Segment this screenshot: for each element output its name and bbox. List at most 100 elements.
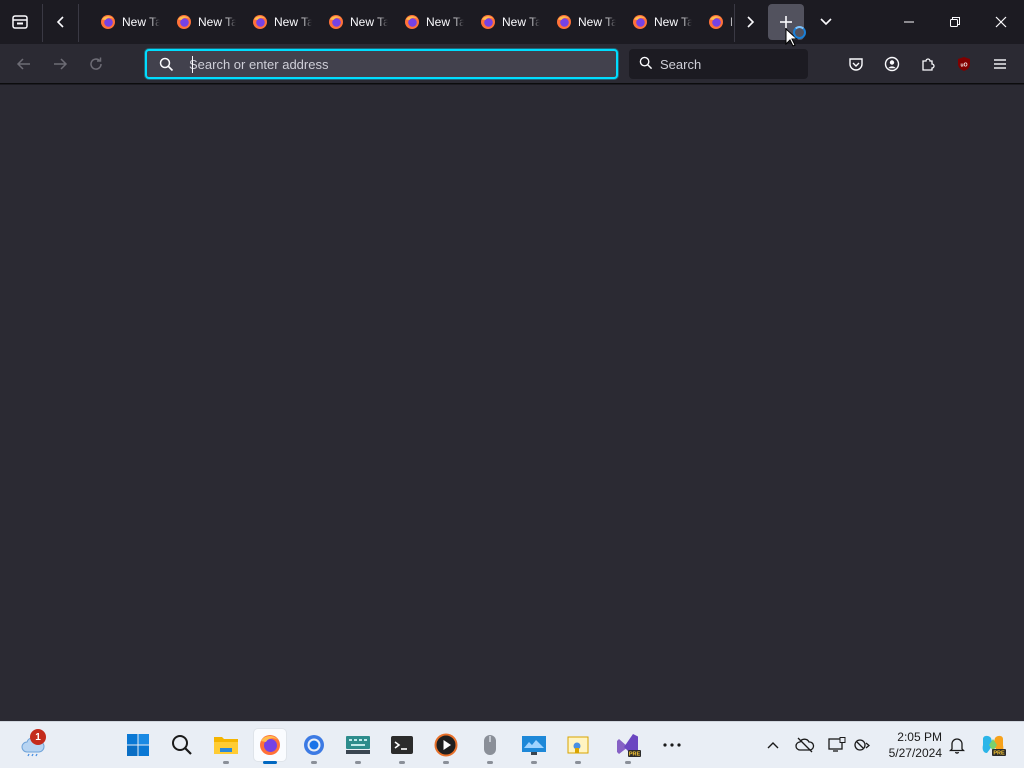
restore-button[interactable] [932, 0, 978, 44]
back-arrow-icon [16, 58, 30, 70]
tabbar-divider [734, 4, 735, 42]
tab[interactable]: New Tab [702, 6, 732, 38]
reload-button[interactable] [84, 52, 108, 76]
text-caret [192, 56, 193, 73]
tabbar-divider [78, 4, 79, 42]
running-indicator [625, 761, 631, 764]
firefox-favicon-icon [253, 15, 267, 29]
tab-label: New Tab [350, 15, 388, 29]
mouse-app-button[interactable] [474, 729, 506, 764]
forward-button[interactable] [48, 52, 72, 76]
restore-icon [950, 17, 960, 27]
keyboard-app-button[interactable] [342, 729, 374, 764]
clock-time: 2:05 PM [897, 730, 942, 744]
keyboard-icon [346, 736, 370, 754]
app-menu-button[interactable] [988, 52, 1012, 76]
chrome-button[interactable] [298, 729, 330, 764]
taskbar-search-button[interactable] [166, 729, 198, 761]
chrome-logo-icon [304, 735, 324, 755]
firefox-favicon-icon [177, 15, 191, 29]
tab[interactable]: New Tab [322, 6, 388, 38]
page-content[interactable] [0, 85, 1024, 721]
running-indicator [575, 761, 581, 764]
extensions-icon [922, 58, 935, 71]
copilot-preview-icon: PRE [982, 735, 1006, 757]
notifications-button[interactable] [946, 734, 968, 756]
tab-label: New Tab [426, 15, 464, 29]
visual-studio-preview-button[interactable]: PRE [612, 729, 644, 764]
play-icon [434, 733, 458, 757]
forward-arrow-icon [54, 58, 68, 70]
folder-icon [214, 737, 238, 754]
firefox-favicon-icon [405, 15, 419, 29]
pocket-icon [849, 58, 863, 71]
list-all-tabs-button[interactable] [810, 0, 842, 44]
network-volume-button[interactable] [852, 734, 874, 756]
search-placeholder: Search [660, 57, 702, 72]
close-window-button[interactable] [978, 0, 1024, 44]
reload-icon [90, 57, 102, 70]
tab-label: New Tab [730, 15, 732, 29]
start-button[interactable] [122, 729, 154, 761]
display-button[interactable] [826, 734, 848, 756]
scroll-tabs-right-button[interactable] [736, 0, 764, 44]
show-hidden-icons-button[interactable] [762, 734, 784, 756]
windows-logo-icon [127, 734, 149, 756]
tab[interactable]: New Tab [550, 6, 616, 38]
save-to-pocket-button[interactable] [844, 52, 868, 76]
monitor-app-button[interactable] [518, 729, 550, 764]
search-icon [639, 56, 653, 70]
chevron-left-icon [56, 16, 64, 28]
firefox-favicon-icon [101, 15, 115, 29]
tab[interactable]: New Tab [246, 6, 312, 38]
firefox-favicon-icon [481, 15, 495, 29]
scroll-tabs-left-button[interactable] [46, 0, 76, 44]
clock-button[interactable]: 2:05 PM 5/27/2024 [880, 729, 942, 761]
running-indicator [443, 761, 449, 764]
firefox-logo-icon [260, 735, 280, 755]
svg-text:PRE: PRE [993, 751, 1005, 757]
address-input[interactable] [189, 55, 609, 73]
terminal-button[interactable] [386, 729, 418, 764]
display-icon [828, 737, 846, 752]
copilot-button[interactable]: PRE [980, 734, 1006, 757]
address-bar[interactable] [145, 49, 618, 79]
running-indicator [311, 761, 317, 764]
file-explorer-button[interactable] [210, 729, 242, 764]
plus-icon [780, 16, 792, 28]
running-indicator [223, 761, 229, 764]
tab[interactable]: New Tab [170, 6, 236, 38]
minimize-button[interactable] [886, 0, 932, 44]
tab[interactable]: New Tab [94, 6, 160, 38]
cloud-offline-icon [795, 737, 815, 753]
media-player-button[interactable] [430, 729, 462, 764]
tab-label: New Tab [122, 15, 160, 29]
extensions-button[interactable] [916, 52, 940, 76]
navigation-toolbar: Search uO [0, 44, 1024, 84]
search-bar[interactable]: Search [629, 49, 808, 79]
tab[interactable]: New Tab [474, 6, 540, 38]
account-button[interactable] [880, 52, 904, 76]
tab-label: New Tab [578, 15, 616, 29]
more-apps-button[interactable] [656, 729, 688, 761]
busy-spinner-icon [793, 26, 806, 39]
running-indicator [355, 761, 361, 764]
paint-app-button[interactable] [562, 729, 594, 764]
ublock-origin-button[interactable]: uO [952, 52, 976, 76]
back-button[interactable] [12, 52, 36, 76]
tab[interactable]: New Tab [626, 6, 692, 38]
firefox-taskbar-button[interactable] [254, 729, 286, 764]
terminal-icon [391, 736, 413, 754]
chevron-up-icon [767, 742, 779, 749]
tab-bar: New Tab New Tab New Tab New Tab New Tab New T… [0, 0, 1024, 44]
tab-label: New Tab [198, 15, 236, 29]
chevron-right-icon [747, 16, 755, 28]
firefox-favicon-icon [709, 15, 723, 29]
chevron-down-icon [820, 18, 832, 26]
firefox-view-button[interactable] [0, 0, 40, 44]
tab-label: New Tab [274, 15, 312, 29]
active-window-indicator [263, 761, 277, 764]
onedrive-status-button[interactable] [794, 734, 816, 756]
more-dots-icon [663, 743, 681, 747]
tab[interactable]: New Tab [398, 6, 464, 38]
